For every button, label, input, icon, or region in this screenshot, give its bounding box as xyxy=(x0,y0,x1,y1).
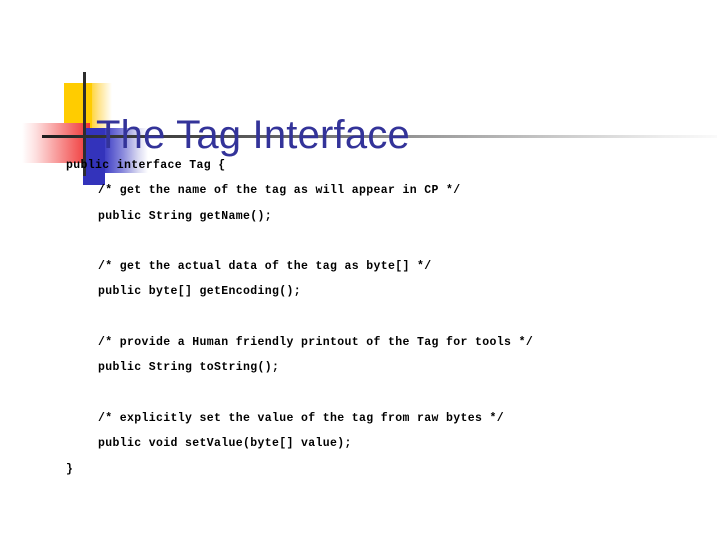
code-line: public byte[] getEncoding(); xyxy=(98,285,302,299)
code-line: public interface Tag { xyxy=(66,159,226,172)
page-title: The Tag Interface xyxy=(96,112,410,157)
code-line: /* get the name of the tag as will appea… xyxy=(98,184,461,198)
code-line: /* explicitly set the value of the tag f… xyxy=(98,411,505,425)
code-line: /* get the actual data of the tag as byt… xyxy=(98,260,432,274)
code-line: /* provide a Human friendly printout of … xyxy=(98,336,534,350)
code-line: public String getName(); xyxy=(98,209,273,223)
code-line: public String toString(); xyxy=(98,361,280,375)
code-line: public void setValue(byte[] value); xyxy=(98,437,352,451)
code-line: } xyxy=(66,462,74,476)
code-block: public interface Tag { /* get the name of… xyxy=(66,153,706,482)
logo-yellow-square-core xyxy=(64,83,92,130)
presentation-slide: The Tag Interface public interface Tag {… xyxy=(0,0,720,540)
